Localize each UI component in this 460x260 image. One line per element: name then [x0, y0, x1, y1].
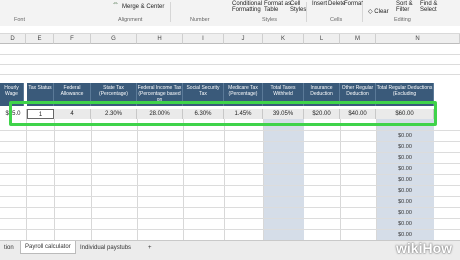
merge-center-button[interactable]: Merge & Center	[122, 4, 164, 10]
zero-value[interactable]: $0.00	[376, 175, 434, 185]
column-header-l[interactable]: L	[304, 34, 340, 44]
find-select-button[interactable]: Find & Select	[420, 1, 437, 13]
column-header-k[interactable]: K	[263, 34, 304, 44]
group-font: Font	[14, 17, 26, 23]
grid-col	[26, 119, 55, 240]
grid-col	[137, 119, 184, 240]
ribbon-divider	[306, 2, 307, 22]
zero-value[interactable]: $0.00	[376, 131, 434, 141]
filter-label: Filter	[396, 7, 410, 13]
tab-individual-paystubs[interactable]: Individual paystubs	[76, 242, 135, 254]
grid-line	[0, 54, 460, 55]
eraser-icon: ◇	[368, 9, 373, 15]
clear-label: Clear	[374, 9, 389, 15]
group-alignment: Alignment	[118, 17, 143, 23]
sort-filter-button[interactable]: Sort & Filter	[396, 1, 413, 13]
column-header-j[interactable]: J	[224, 34, 263, 44]
zero-value[interactable]: $0.00	[376, 219, 434, 229]
column-header-e[interactable]: E	[26, 34, 54, 44]
column-header-d[interactable]: D	[0, 34, 26, 44]
cell-styles-button[interactable]: Cell Styles	[290, 1, 306, 13]
grid-col	[0, 119, 27, 240]
table-label: Table	[264, 7, 279, 13]
format-button[interactable]: Format	[344, 1, 363, 7]
ribbon: ⇔ Merge & Center Conditional Formatting …	[0, 0, 460, 27]
grid-line	[0, 74, 460, 75]
wikihow-watermark: wikiHow	[396, 240, 453, 256]
column-header-m[interactable]: M	[340, 34, 376, 44]
grid-col	[304, 119, 341, 240]
grid-col	[54, 119, 92, 240]
tab-payroll-calculator[interactable]: Payroll calculator	[20, 241, 76, 254]
conditional-formatting-button[interactable]: Conditional Formatting	[232, 1, 262, 13]
delete-button[interactable]: Delete	[328, 1, 345, 7]
grid-col	[340, 119, 377, 240]
tab-partial[interactable]: tion	[0, 242, 18, 254]
zero-value[interactable]: $0.00	[376, 164, 434, 174]
group-number: Number	[190, 17, 210, 23]
formula-bar[interactable]	[0, 26, 460, 34]
grid-line	[0, 64, 460, 65]
formatting-label: Formatting	[232, 7, 261, 13]
column-header-h[interactable]: H	[137, 34, 183, 44]
merge-center-icon[interactable]: ⇔	[112, 0, 119, 7]
grid-col	[183, 119, 225, 240]
zero-value[interactable]: $0.00	[376, 142, 434, 152]
total-taxes-column	[263, 119, 304, 240]
zero-value[interactable]: $0.00	[376, 153, 434, 163]
grid-col	[91, 119, 138, 240]
highlight-box	[9, 101, 437, 126]
zero-value[interactable]: $0.00	[376, 208, 434, 218]
group-styles: Styles	[262, 17, 277, 23]
zero-value[interactable]: $0.00	[376, 186, 434, 196]
zero-value[interactable]: $0.00	[376, 230, 434, 240]
ribbon-divider	[170, 2, 171, 22]
clear-button[interactable]: ◇ Clear	[368, 9, 389, 15]
styles-label: Styles	[290, 7, 307, 13]
ribbon-divider	[362, 2, 363, 22]
group-editing: Editing	[394, 17, 411, 23]
add-sheet-icon[interactable]: +	[144, 242, 156, 254]
column-header-g[interactable]: G	[91, 34, 137, 44]
column-header-f[interactable]: F	[54, 34, 91, 44]
grid-col	[224, 119, 264, 240]
zero-value[interactable]: $0.00	[376, 197, 434, 207]
column-header-i[interactable]: I	[183, 34, 224, 44]
format-as-table-button[interactable]: Format as Table	[264, 1, 291, 13]
select-label: Select	[420, 7, 437, 13]
group-cells: Cells	[330, 17, 343, 23]
insert-button[interactable]: Insert	[312, 1, 327, 7]
column-header-n[interactable]: N	[376, 34, 460, 44]
